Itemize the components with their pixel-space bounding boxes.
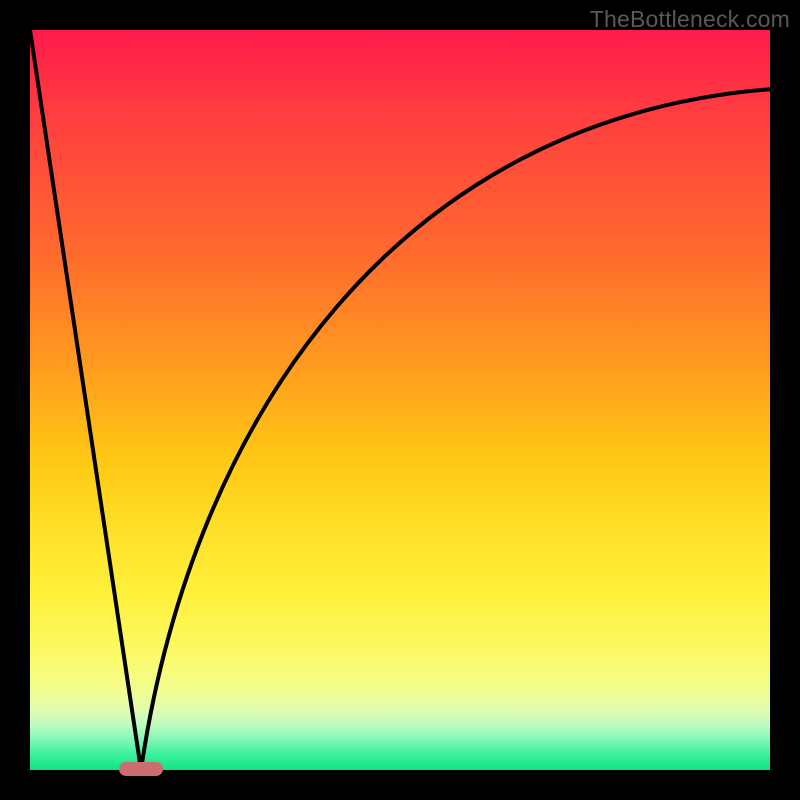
bottleneck-curve	[30, 30, 770, 770]
chart-frame: TheBottleneck.com	[0, 0, 800, 800]
curve-path	[30, 30, 770, 770]
optimum-marker	[119, 762, 163, 776]
watermark-text: TheBottleneck.com	[590, 6, 790, 33]
plot-area	[30, 30, 770, 770]
